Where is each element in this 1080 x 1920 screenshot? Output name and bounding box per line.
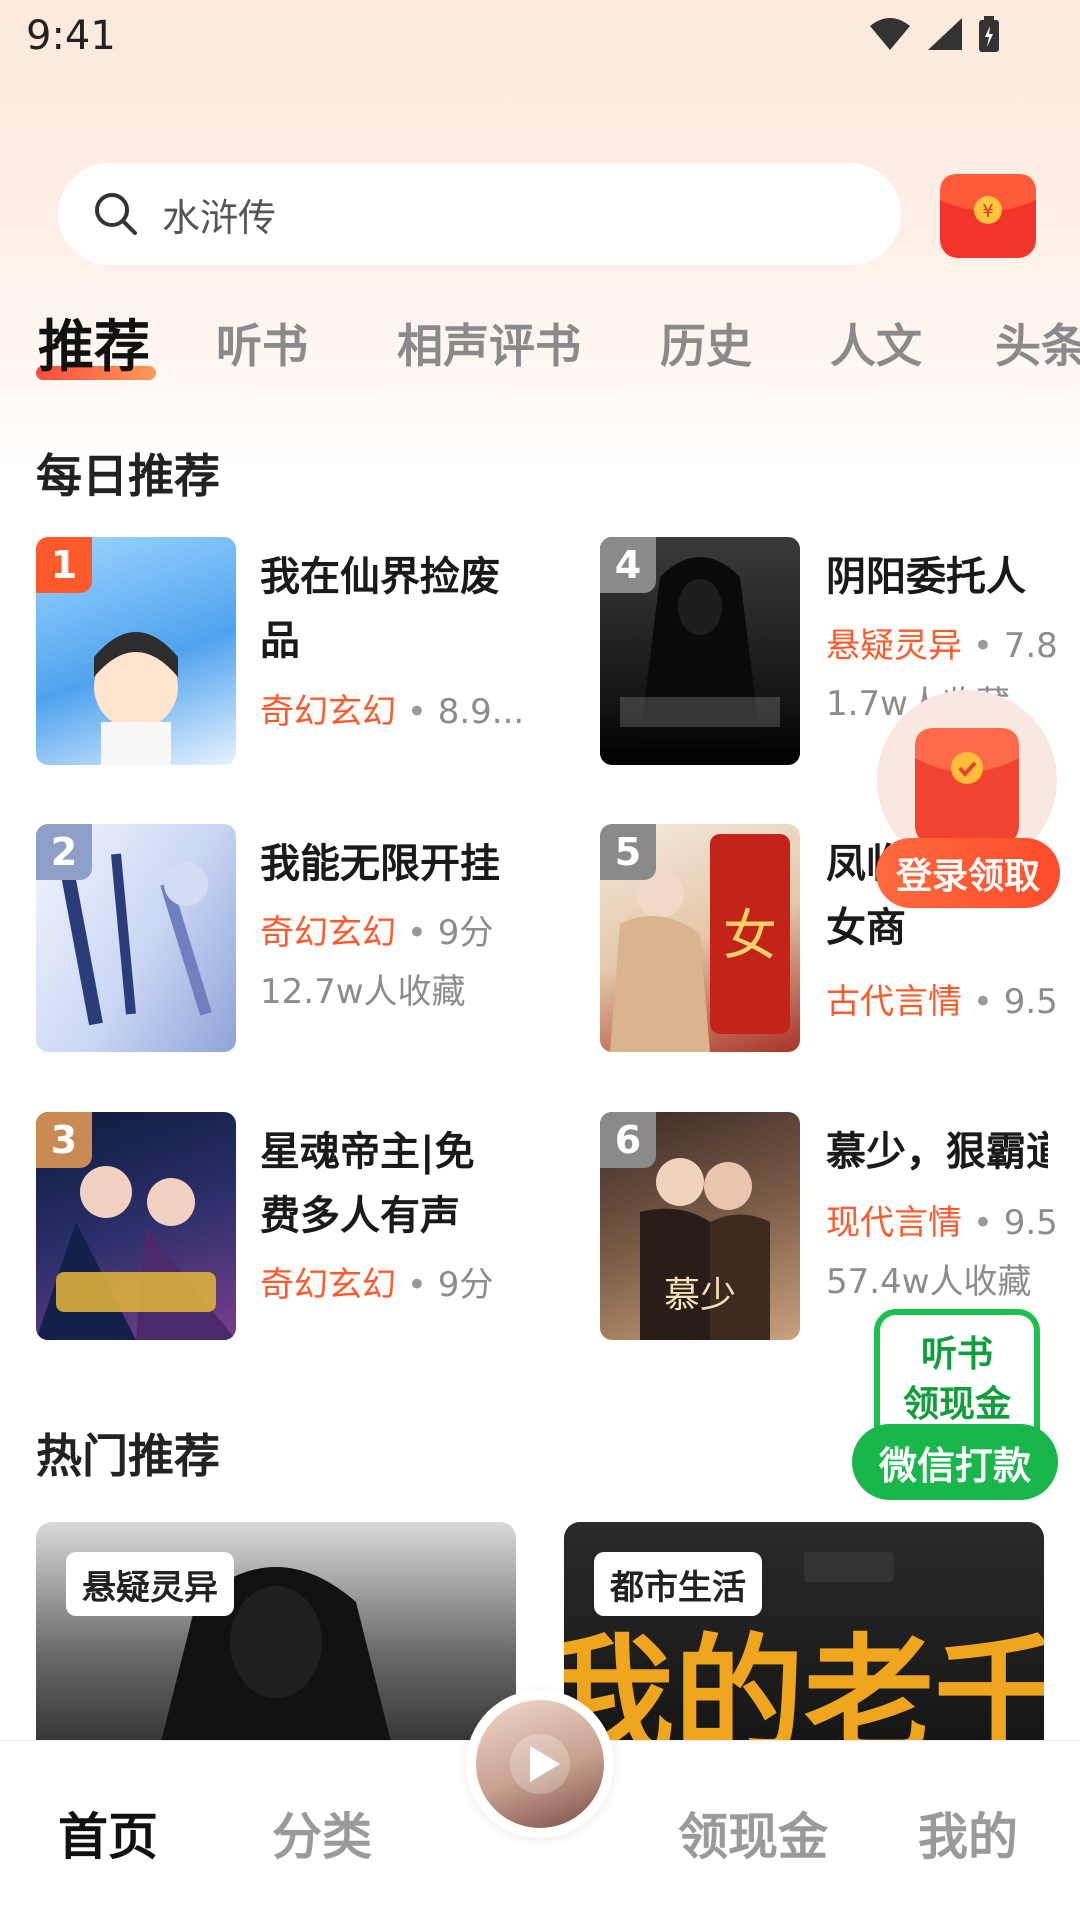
book-cover: 慕少 6 xyxy=(600,1112,800,1340)
daily-section-title: 每日推荐 xyxy=(36,449,220,503)
nav-home[interactable]: 首页 xyxy=(58,1797,158,1869)
login-claim-button[interactable]: 登录领取 xyxy=(876,838,1060,908)
tab-humanities[interactable]: 人文 xyxy=(830,310,922,376)
book-favorites: 57.4w人收藏 xyxy=(826,1262,1032,1302)
book-title: 慕少，狠霸道 xyxy=(826,1129,1048,1175)
book-title: 我在仙界捡废品 xyxy=(260,554,500,664)
tab-recommend[interactable]: 推荐 xyxy=(38,302,150,383)
red-envelope-button[interactable]: ¥ xyxy=(936,170,1040,262)
search-input[interactable]: 水浒传 xyxy=(58,163,901,265)
book-score: 7.8 xyxy=(1003,626,1058,666)
hot-card-tag: 都市生活 xyxy=(594,1552,762,1616)
book-score: 9.5 xyxy=(1003,1203,1058,1243)
now-playing-cover xyxy=(476,1700,604,1828)
search-placeholder: 水浒传 xyxy=(162,195,277,240)
tab-history[interactable]: 历史 xyxy=(660,310,752,376)
book-meta: 奇幻玄幻 • 8.9... xyxy=(260,684,524,733)
play-icon xyxy=(510,1734,570,1794)
meta-dot: • xyxy=(406,1265,427,1305)
meta-dot: • xyxy=(972,626,993,666)
book-cover: 3 xyxy=(36,1112,236,1340)
meta-dot: • xyxy=(406,913,427,953)
book-category: 奇幻玄幻 xyxy=(260,1265,396,1305)
rank-badge: 4 xyxy=(600,537,656,593)
hot-card-2[interactable]: 我的老千 都市生活 xyxy=(564,1522,1044,1762)
book-cover: 1 xyxy=(36,537,236,765)
rank-badge: 6 xyxy=(600,1112,656,1168)
svg-text:慕少: 慕少 xyxy=(664,1275,736,1316)
book-meta: 奇幻玄幻 • 9分 xyxy=(260,1257,493,1306)
book-title: 我能无限开挂 xyxy=(260,841,500,887)
battery-icon xyxy=(979,16,999,52)
rank-badge: 2 xyxy=(36,824,92,880)
svg-text:¥: ¥ xyxy=(982,201,993,222)
nav-mine[interactable]: 我的 xyxy=(918,1797,1018,1869)
meta-dot: • xyxy=(972,982,993,1022)
meta-dot: • xyxy=(406,692,427,732)
book-title: 星魂帝主|免费多人有声 xyxy=(260,1129,475,1239)
book-meta: 悬疑灵异 • 7.8 xyxy=(826,618,1058,667)
rank-badge: 5 xyxy=(600,824,656,880)
now-playing-button[interactable] xyxy=(466,1690,614,1838)
meta-dot: • xyxy=(972,1203,993,1243)
status-time: 9:41 xyxy=(26,13,116,59)
wechat-payout-button[interactable]: 微信打款 xyxy=(852,1424,1058,1500)
book-cover: 4 xyxy=(600,537,800,765)
book-category: 奇幻玄幻 xyxy=(260,913,396,953)
hot-card-tag: 悬疑灵异 xyxy=(66,1552,234,1616)
signal-icon xyxy=(928,18,962,50)
book-score: 9分 xyxy=(437,1265,494,1305)
nav-category[interactable]: 分类 xyxy=(272,1797,372,1869)
book-score: 8.9... xyxy=(437,692,525,732)
rank-badge: 3 xyxy=(36,1112,92,1168)
hot-section-title: 热门推荐 xyxy=(36,1429,220,1483)
red-envelope-icon: ¥ xyxy=(940,174,1036,258)
hot-card-1[interactable]: 悬疑灵异 xyxy=(36,1522,516,1762)
book-meta: 古代言情 • 9.5 xyxy=(826,974,1058,1023)
book-score: 9分 xyxy=(437,913,494,953)
tab-headlines[interactable]: 头条 xyxy=(995,310,1080,376)
wifi-icon xyxy=(870,18,910,50)
nav-cash[interactable]: 领现金 xyxy=(678,1797,828,1869)
book-meta: 现代言情 • 9.5 xyxy=(826,1195,1058,1244)
book-favorites: 12.7w人收藏 xyxy=(260,972,466,1012)
book-category: 悬疑灵异 xyxy=(826,626,962,666)
book-category: 奇幻玄幻 xyxy=(260,692,396,732)
listen-cash-line2: 领现金 xyxy=(902,1384,1011,1425)
book-category: 古代言情 xyxy=(826,982,962,1022)
svg-text:女: 女 xyxy=(723,904,777,967)
tab-listen[interactable]: 听书 xyxy=(216,310,308,376)
category-tabs: 推荐 听书 相声评书 历史 人文 头条 xyxy=(0,300,1080,390)
book-category: 现代言情 xyxy=(826,1203,962,1243)
book-title: 阴阳委托人 xyxy=(826,554,1026,600)
book-cover: 女 5 xyxy=(600,824,800,1052)
book-score: 9.5 xyxy=(1003,982,1058,1022)
book-cover: 2 xyxy=(36,824,236,1052)
book-meta: 奇幻玄幻 • 9分 xyxy=(260,905,493,954)
search-icon xyxy=(95,193,137,235)
status-icons xyxy=(868,14,1002,54)
status-bar: 9:41 xyxy=(0,0,1080,72)
listen-cash-line1: 听书 xyxy=(920,1334,993,1375)
rank-badge: 1 xyxy=(36,537,92,593)
tab-crosstalk[interactable]: 相声评书 xyxy=(397,310,581,376)
